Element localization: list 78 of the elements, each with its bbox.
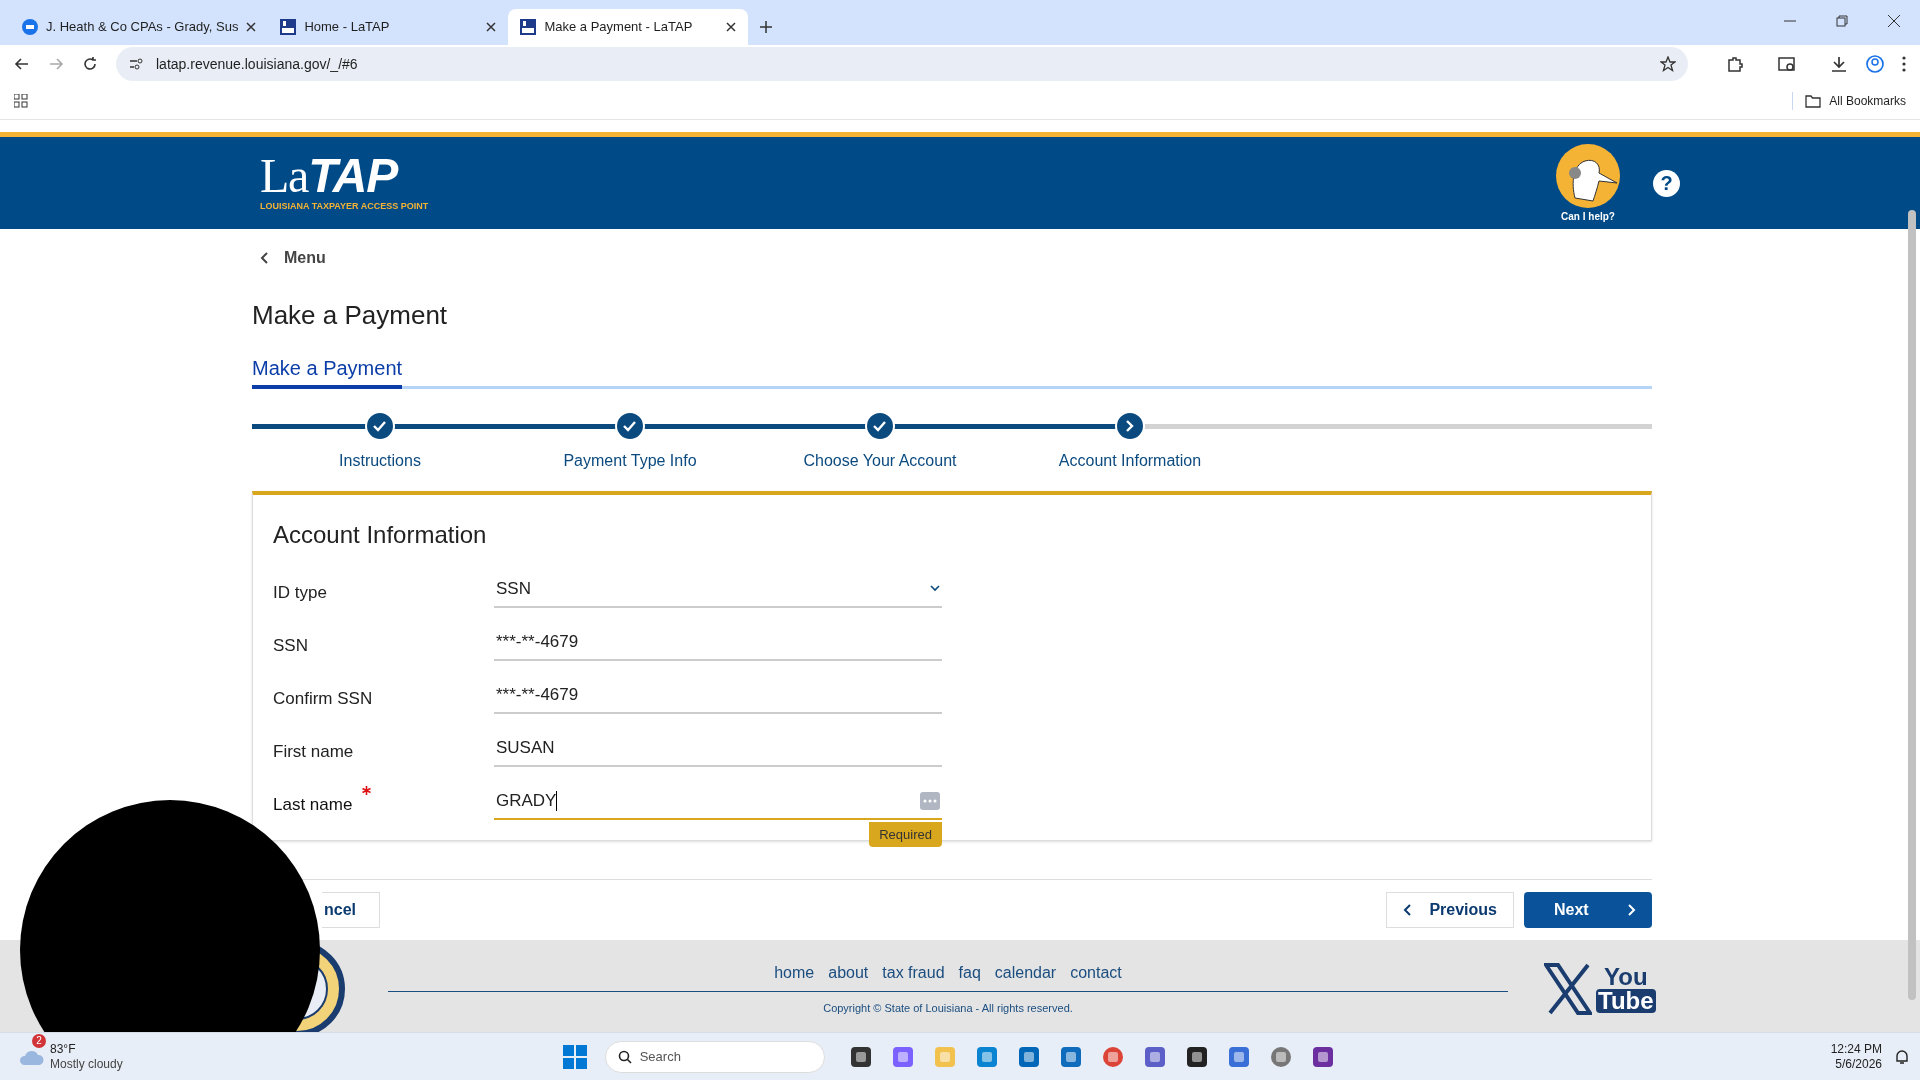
star-icon[interactable] bbox=[1660, 56, 1676, 72]
x-logo-icon[interactable] bbox=[1544, 963, 1592, 1015]
apps-grid-icon[interactable] bbox=[14, 94, 28, 108]
menu-icon[interactable] bbox=[1902, 56, 1906, 72]
form-title: Account Information bbox=[273, 520, 488, 550]
footer-link[interactable]: contact bbox=[1070, 961, 1122, 986]
text-field[interactable]: SUSAN bbox=[494, 730, 942, 767]
field-label: ID type bbox=[273, 581, 327, 604]
temperature-text: 83°F bbox=[50, 1041, 77, 1057]
field-label: Last name bbox=[273, 793, 353, 816]
tab-favicon-icon bbox=[520, 19, 537, 35]
notification-badge: 2 bbox=[32, 1033, 46, 1048]
close-icon[interactable] bbox=[726, 22, 737, 32]
site-settings-icon[interactable] bbox=[128, 56, 144, 72]
clock-date: 5/6/2026 bbox=[1835, 1056, 1882, 1072]
field-label: First name bbox=[273, 740, 354, 763]
section-tab[interactable]: Make a Payment bbox=[252, 353, 403, 389]
footer-link[interactable]: home bbox=[774, 961, 815, 986]
previous-button[interactable]: Previous bbox=[1386, 892, 1514, 928]
profile-icon[interactable] bbox=[1866, 55, 1884, 73]
notification-bell-icon[interactable] bbox=[1894, 1048, 1910, 1065]
close-icon[interactable] bbox=[1888, 15, 1900, 27]
copyright-text: Copyright © State of Louisiana - All rights reserved. bbox=[823, 1001, 1073, 1017]
more-dots-icon[interactable] bbox=[920, 791, 940, 810]
bookmarks-button[interactable]: All Bookmarks bbox=[1792, 92, 1906, 110]
required-message: Required bbox=[869, 821, 942, 847]
logo-text[interactable]: TAP bbox=[308, 152, 398, 201]
clock-time: 12:24 PM bbox=[1830, 1041, 1882, 1057]
back-icon[interactable] bbox=[14, 56, 30, 72]
logo-text[interactable]: La bbox=[260, 152, 309, 201]
help-label: Can I help? bbox=[1561, 209, 1615, 224]
reload-icon[interactable] bbox=[82, 56, 98, 72]
field-label: Confirm SSN bbox=[273, 687, 373, 710]
chevron-right-icon bbox=[1628, 904, 1636, 916]
tab-search-icon[interactable] bbox=[1778, 55, 1796, 73]
chevron-left-icon bbox=[1403, 904, 1411, 916]
logo-subtitle: LOUISIANA TAXPAYER ACCESS POINT bbox=[260, 200, 429, 214]
download-icon[interactable] bbox=[1830, 55, 1848, 73]
app-icon[interactable] bbox=[1226, 1044, 1251, 1069]
close-icon[interactable] bbox=[486, 22, 497, 32]
field-label: SSN bbox=[273, 634, 308, 657]
text-field[interactable]: GRADY bbox=[494, 783, 942, 820]
url-text: latap.revenue.louisiana.gov/_/#6 bbox=[156, 54, 359, 74]
footer-link[interactable]: about bbox=[828, 961, 869, 986]
next-button[interactable]: Next bbox=[1524, 892, 1652, 928]
chevron-left-icon[interactable] bbox=[260, 252, 268, 264]
chevron-down-icon bbox=[930, 585, 940, 592]
text-field[interactable]: ***-**-4679 bbox=[494, 624, 942, 661]
new-tab-icon[interactable] bbox=[760, 21, 773, 33]
page-title: Make a Payment bbox=[252, 299, 449, 332]
footer-link[interactable]: tax fraud bbox=[882, 961, 945, 986]
step-label[interactable]: Choose Your Account bbox=[803, 449, 957, 473]
footer-link[interactable]: calendar bbox=[994, 961, 1057, 986]
scrollbar[interactable] bbox=[1908, 210, 1916, 1000]
close-icon[interactable] bbox=[246, 22, 257, 32]
cancel-button[interactable]: ncel bbox=[322, 892, 380, 928]
taskbar-search-field[interactable]: Search bbox=[604, 1040, 825, 1073]
address-bar[interactable]: latap.revenue.louisiana.gov/_/#6 bbox=[116, 47, 1688, 81]
tab-favicon-icon bbox=[280, 19, 297, 35]
text-field[interactable]: ***-**-4679 bbox=[494, 677, 942, 714]
app-icon[interactable] bbox=[1310, 1044, 1335, 1069]
footer-link[interactable]: faq bbox=[958, 961, 981, 986]
tab-favicon-icon bbox=[22, 19, 38, 35]
browser-tab[interactable]: Home - LaTAP bbox=[268, 9, 509, 45]
step-label[interactable]: Instructions bbox=[339, 449, 421, 473]
browser-tab[interactable]: Make a Payment - LaTAP bbox=[508, 9, 749, 45]
help-button[interactable]: ? bbox=[1653, 169, 1680, 197]
browser-tab[interactable]: J. Heath & Co CPAs - Grady, Sus bbox=[10, 9, 269, 45]
restore-icon[interactable] bbox=[1836, 15, 1848, 27]
pelican-mascot-icon[interactable] bbox=[1555, 142, 1621, 209]
weather-condition: Mostly cloudy bbox=[50, 1056, 123, 1072]
search-icon bbox=[617, 1049, 632, 1064]
id-type-dropdown[interactable]: SSN bbox=[494, 571, 942, 608]
windows-start-icon[interactable] bbox=[562, 1044, 587, 1069]
step-label[interactable]: Payment Type Info bbox=[563, 449, 697, 473]
step-label[interactable]: Account Information bbox=[1058, 449, 1202, 473]
menu-link[interactable]: Menu bbox=[284, 246, 326, 270]
puzzle-icon[interactable] bbox=[1726, 55, 1744, 73]
